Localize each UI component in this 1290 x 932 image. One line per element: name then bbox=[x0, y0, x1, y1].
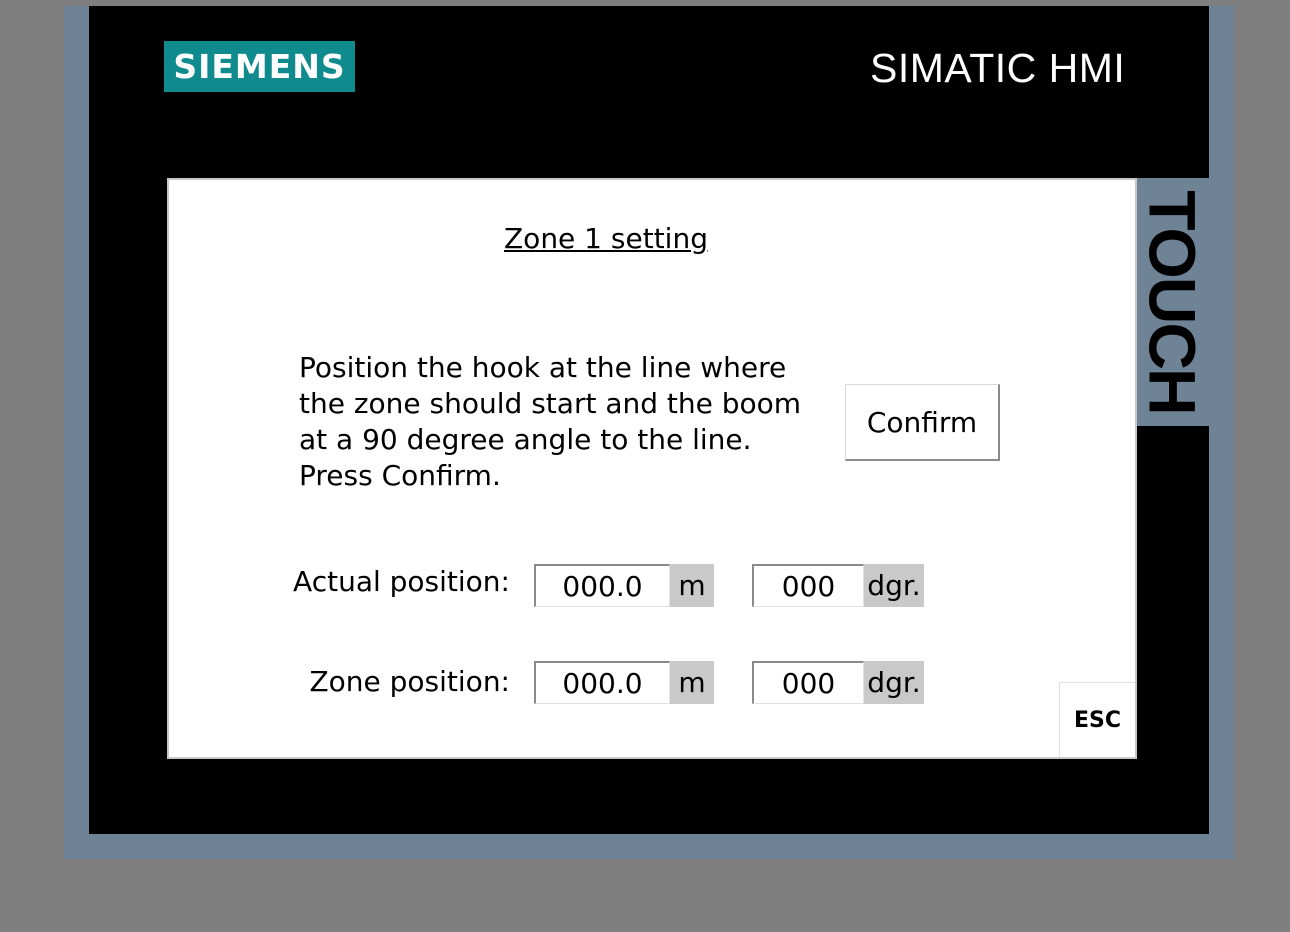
touch-label-text: TOUCH bbox=[1136, 190, 1211, 414]
instruction-line: Press Confirm. bbox=[299, 459, 501, 492]
page-title: Zone 1 setting bbox=[504, 222, 708, 255]
esc-button[interactable]: ESC bbox=[1059, 682, 1135, 757]
instruction-line: the zone should start and the boom bbox=[299, 387, 802, 420]
zone-position-distance-unit: m bbox=[670, 661, 714, 704]
zone-position-angle-field[interactable]: 000 bbox=[752, 661, 864, 704]
zone-position-distance-field[interactable]: 000.0 bbox=[534, 661, 670, 704]
product-label: SIMATIC HMI bbox=[870, 44, 1126, 91]
actual-position-label: Actual position: bbox=[293, 564, 510, 598]
zone-position-label: Zone position: bbox=[309, 664, 510, 698]
actual-position-angle-unit: dgr. bbox=[864, 564, 924, 607]
siemens-logo: SIEMENS bbox=[164, 41, 355, 92]
zone-position-angle-unit: dgr. bbox=[864, 661, 924, 704]
actual-position-distance-field[interactable]: 000.0 bbox=[534, 564, 670, 607]
actual-position-angle-field[interactable]: 000 bbox=[752, 564, 864, 607]
instruction-line: Position the hook at the line where bbox=[299, 351, 787, 384]
instruction-line: at a 90 degree angle to the line. bbox=[299, 423, 752, 456]
instruction-text: Position the hook at the line where the … bbox=[299, 350, 819, 498]
actual-position-distance-unit: m bbox=[670, 564, 714, 607]
touch-side-label: TOUCH bbox=[1136, 178, 1211, 426]
confirm-button[interactable]: Confirm bbox=[845, 384, 1000, 461]
